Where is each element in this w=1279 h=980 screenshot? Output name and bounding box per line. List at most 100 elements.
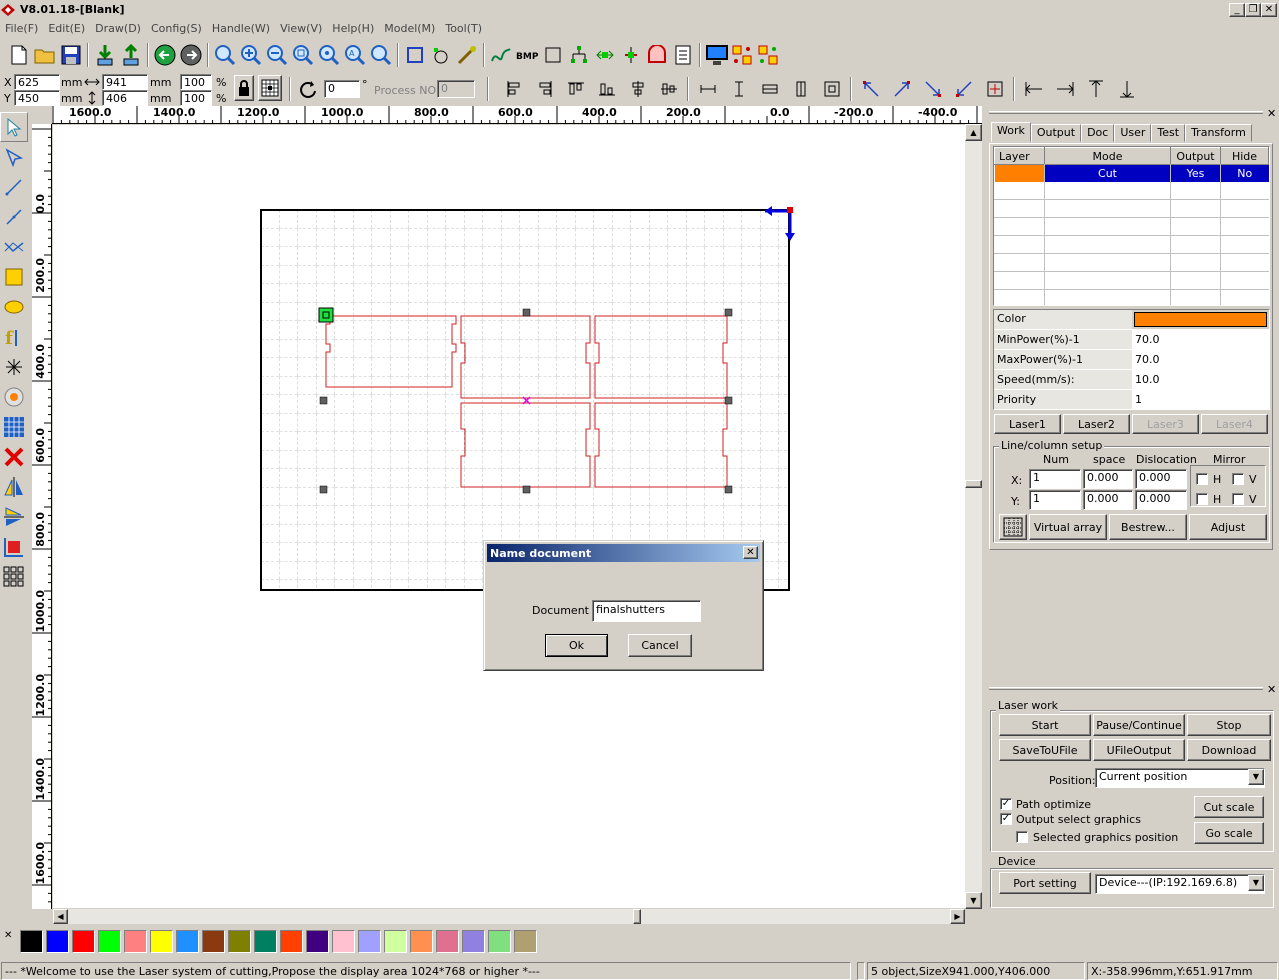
smooth-icon[interactable] <box>454 42 480 68</box>
canvas-hscrollbar[interactable]: ◀ ▶ <box>53 909 965 924</box>
start-button[interactable]: Start <box>999 714 1091 736</box>
rectangle-tool-icon[interactable] <box>0 262 28 292</box>
ok-button[interactable]: Ok <box>545 634 608 657</box>
color-swatch-value[interactable] <box>1134 312 1267 327</box>
palette-swatch[interactable] <box>98 930 121 953</box>
zoom-all-icon[interactable] <box>212 42 238 68</box>
monitor-icon[interactable] <box>704 42 730 68</box>
menu-handle[interactable]: Handle(W) <box>207 22 275 35</box>
camera-tool-icon[interactable] <box>0 382 28 412</box>
palette-swatch[interactable] <box>462 930 485 953</box>
layer-hide-cell[interactable]: No <box>1220 164 1269 182</box>
zoom-out-icon[interactable] <box>264 42 290 68</box>
scale-y-field[interactable]: 100 <box>180 90 212 106</box>
rotate-angle-field[interactable]: 0 <box>324 80 360 98</box>
move-center-icon[interactable] <box>979 76 1010 102</box>
palette-swatch[interactable] <box>410 930 433 953</box>
align-left-icon[interactable] <box>498 76 529 102</box>
arrange-bottom-icon[interactable] <box>1111 76 1142 102</box>
redo-icon[interactable] <box>178 42 204 68</box>
height-field[interactable]: 406 <box>102 90 148 106</box>
new-file-icon[interactable] <box>6 42 32 68</box>
menu-file[interactable]: File(F) <box>0 22 43 35</box>
grid-dots-2-icon[interactable] <box>756 42 782 68</box>
bestrew-button[interactable]: Bestrew... <box>1109 514 1187 540</box>
palette-swatch[interactable] <box>514 930 537 953</box>
prop-color-value[interactable] <box>1132 310 1269 329</box>
x-space-field[interactable]: 0.000 <box>1083 469 1133 489</box>
rectangle-icon[interactable] <box>540 42 566 68</box>
mode-col-header[interactable]: Mode <box>1044 147 1171 165</box>
chevron-down-icon[interactable]: ▼ <box>1248 769 1264 785</box>
grid-tool-icon[interactable] <box>0 562 28 592</box>
y-position-field[interactable]: 450 <box>14 90 60 106</box>
hide-col-header[interactable]: Hide <box>1220 147 1269 165</box>
layer-output-cell[interactable]: Yes <box>1170 164 1221 182</box>
mirror-v-tool-icon[interactable] <box>0 502 28 532</box>
max-power-value[interactable]: 70.0 <box>1132 350 1269 369</box>
y-num-field[interactable]: 1 <box>1029 490 1081 510</box>
zoom-select-icon[interactable] <box>316 42 342 68</box>
stop-button[interactable]: Stop <box>1187 714 1271 736</box>
palette-swatch[interactable] <box>280 930 303 953</box>
close-window-button[interactable]: ✕ <box>1261 2 1277 17</box>
restore-button[interactable]: ❐ <box>1245 2 1261 17</box>
menu-help[interactable]: Help(H) <box>327 22 379 35</box>
palette-swatch[interactable] <box>306 930 329 953</box>
laser1-button[interactable]: Laser1 <box>994 414 1061 434</box>
menu-config[interactable]: Config(S) <box>146 22 207 35</box>
palette-swatch[interactable] <box>254 930 277 953</box>
position-select[interactable]: Current position ▼ <box>1095 768 1265 788</box>
download-button[interactable]: Download <box>1187 739 1271 761</box>
drawing-canvas[interactable] <box>53 125 965 908</box>
line-tool-icon[interactable] <box>0 172 28 202</box>
tab-doc[interactable]: Doc <box>1081 124 1115 142</box>
menu-view[interactable]: View(V) <box>275 22 327 35</box>
device-select[interactable]: Device---(IP:192.169.6.8) ▼ <box>1095 874 1265 894</box>
palette-swatch[interactable] <box>228 930 251 953</box>
palette-swatch[interactable] <box>124 930 147 953</box>
palette-swatch[interactable] <box>176 930 199 953</box>
same-width-icon[interactable] <box>692 76 723 102</box>
zoom-mode-icon[interactable] <box>368 42 394 68</box>
move-bottom-left-icon[interactable] <box>948 76 979 102</box>
zoom-graphics-icon[interactable]: A <box>342 42 368 68</box>
arrange-top-icon[interactable] <box>1080 76 1111 102</box>
same-size-v-icon[interactable] <box>785 76 816 102</box>
x-mirror-v-checkbox[interactable] <box>1232 473 1244 485</box>
move-top-right-icon[interactable] <box>886 76 917 102</box>
save-icon[interactable] <box>58 42 84 68</box>
delete-tool-icon[interactable] <box>0 442 28 472</box>
zoom-page-icon[interactable] <box>290 42 316 68</box>
array-grid-icon[interactable] <box>999 514 1027 540</box>
export-icon[interactable] <box>118 42 144 68</box>
node-tool-icon[interactable] <box>0 142 28 172</box>
arrange-right-icon[interactable] <box>1049 76 1080 102</box>
scroll-left-button[interactable]: ◀ <box>53 909 68 924</box>
x-position-field[interactable]: 625 <box>14 74 60 90</box>
canvas-vscrollbar[interactable]: ▲ ▼ <box>965 124 982 909</box>
layer-row[interactable]: Cut Yes No <box>994 164 1269 182</box>
menu-draw[interactable]: Draw(D) <box>90 22 146 35</box>
select-rect-icon[interactable] <box>402 42 428 68</box>
palette-close-icon[interactable]: ✕ <box>4 930 12 941</box>
menu-tool[interactable]: Tool(T) <box>440 22 487 35</box>
path-optimize-checkbox[interactable]: ✓ <box>1000 798 1012 810</box>
scale-x-field[interactable]: 100 <box>180 74 212 90</box>
center-page-icon[interactable] <box>816 76 847 102</box>
mirror-h-tool-icon[interactable] <box>0 472 28 502</box>
align-center-v-icon[interactable] <box>622 76 653 102</box>
save-to-ufile-button[interactable]: SaveToUFile <box>999 739 1091 761</box>
tab-output[interactable]: Output <box>1030 124 1082 142</box>
grid-dots-icon[interactable] <box>730 42 756 68</box>
point-tool-icon[interactable] <box>0 352 28 382</box>
min-power-value[interactable]: 70.0 <box>1132 330 1269 349</box>
document-list-icon[interactable] <box>670 42 696 68</box>
tab-transform[interactable]: Transform <box>1185 124 1252 142</box>
vscroll-thumb[interactable] <box>965 480 982 488</box>
arrange-left-icon[interactable] <box>1018 76 1049 102</box>
selected-position-checkbox[interactable] <box>1016 831 1028 843</box>
ellipse-tool-icon[interactable] <box>0 292 28 322</box>
lock-ratio-icon[interactable] <box>234 75 254 101</box>
move-top-left-icon[interactable] <box>855 76 886 102</box>
